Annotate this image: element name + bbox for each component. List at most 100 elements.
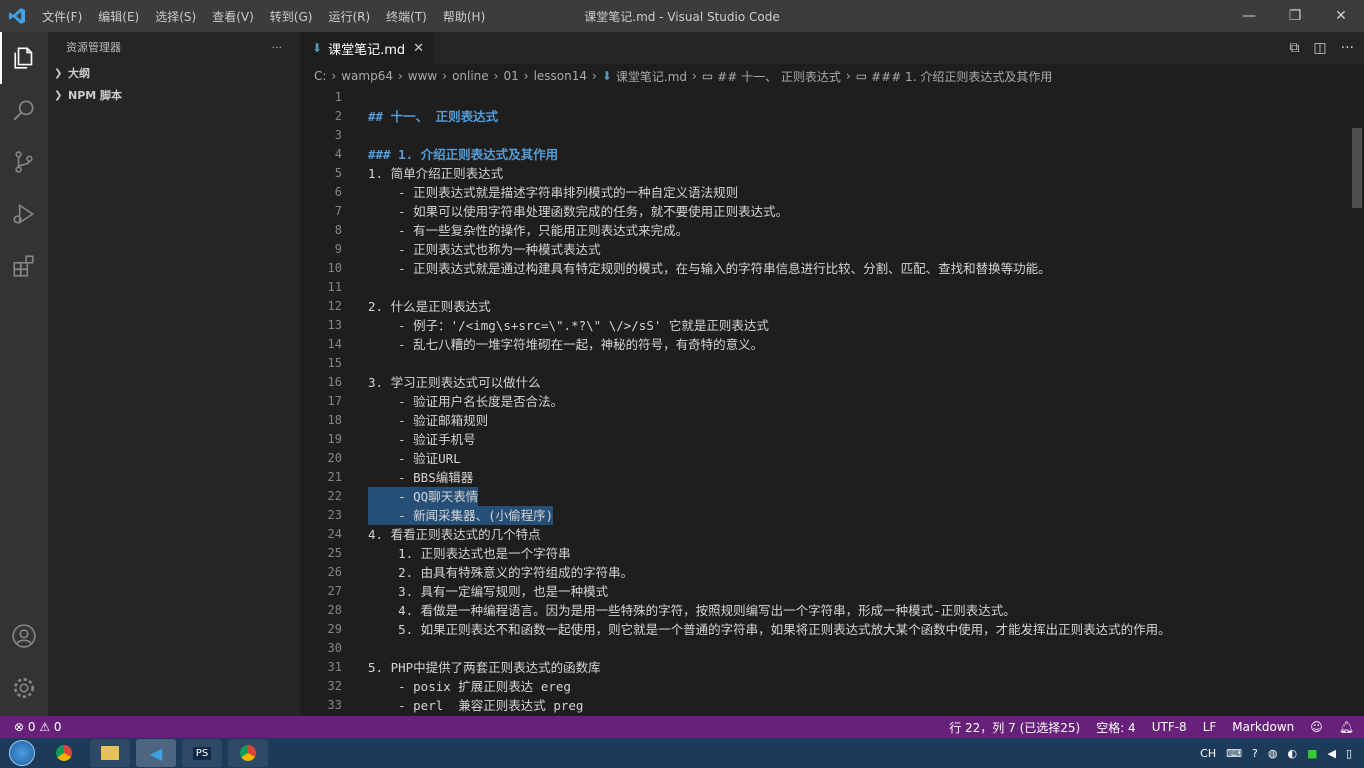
- more-actions-icon[interactable]: ···: [272, 41, 283, 54]
- volume-icon[interactable]: ◐: [1287, 747, 1297, 760]
- line-content: 3. 具有一定编写规则，也是一种模式: [368, 584, 609, 599]
- restore-button[interactable]: ❐: [1272, 0, 1318, 32]
- code-line[interactable]: 3: [300, 126, 1350, 145]
- network-icon[interactable]: ◍: [1268, 747, 1278, 760]
- close-window-button[interactable]: ✕: [1318, 0, 1364, 32]
- more-actions-icon[interactable]: ···: [1341, 40, 1354, 56]
- code-line[interactable]: 9 - 正则表达式也称为一种模式表达式: [300, 240, 1350, 259]
- menu-help[interactable]: 帮助(H): [435, 8, 493, 25]
- menu-run[interactable]: 运行(R): [320, 8, 378, 25]
- sidebar-title: 资源管理器: [66, 41, 121, 54]
- code-line[interactable]: 24 4. 看看正则表达式的几个特点: [300, 525, 1350, 544]
- end-of-line[interactable]: LF: [1203, 720, 1217, 734]
- search-icon[interactable]: [0, 84, 48, 136]
- breadcrumb-item[interactable]: lesson14: [534, 69, 587, 83]
- taskbar-photoshop-icon[interactable]: PS: [182, 739, 222, 767]
- code-line[interactable]: 32 - posix 扩展正则表达 ereg: [300, 677, 1350, 696]
- code-line[interactable]: 8 - 有一些复杂性的操作，只能用正则表达式来完成。: [300, 221, 1350, 240]
- help-icon[interactable]: ?: [1252, 747, 1258, 760]
- vscode-logo-icon[interactable]: [0, 0, 34, 32]
- npm-scripts-section[interactable]: ❯ NPM 脚本: [48, 84, 300, 106]
- menu-edit[interactable]: 编辑(E): [90, 8, 147, 25]
- code-line[interactable]: 33 - perl 兼容正则表达式 preg: [300, 696, 1350, 715]
- tab-notes-md[interactable]: ⬇ 课堂笔记.md ✕: [300, 32, 435, 64]
- problems-indicator[interactable]: ⊗ 0 ⚠ 0: [14, 720, 62, 734]
- language-mode[interactable]: Markdown: [1232, 720, 1294, 734]
- code-line[interactable]: 19 - 验证手机号: [300, 430, 1350, 449]
- code-line[interactable]: 27 3. 具有一定编写规则，也是一种模式: [300, 582, 1350, 601]
- menu-view[interactable]: 查看(V): [204, 8, 262, 25]
- code-line[interactable]: 21 - BBS编辑器: [300, 468, 1350, 487]
- code-line[interactable]: 7 - 如果可以使用字符串处理函数完成的任务，就不要使用正则表达式。: [300, 202, 1350, 221]
- breadcrumb-item[interactable]: online: [452, 69, 489, 83]
- outline-section[interactable]: ❯ 大纲: [48, 62, 300, 84]
- menu-terminal[interactable]: 终端(T): [378, 8, 435, 25]
- code-line[interactable]: 30: [300, 639, 1350, 658]
- code-line[interactable]: 28 4. 看做是一种编程语言。因为是用一些特殊的字符，按照规则编写出一个字符串…: [300, 601, 1350, 620]
- code-line[interactable]: 29 5. 如果正则表达不和函数一起使用，则它就是一个普通的字符串，如果将正则表…: [300, 620, 1350, 639]
- breadcrumb-item[interactable]: wamp64: [341, 69, 393, 83]
- line-content: 2. 由具有特殊意义的字符组成的字符串。: [368, 565, 634, 580]
- menu-file[interactable]: 文件(F): [34, 8, 90, 25]
- start-button[interactable]: [0, 738, 44, 768]
- code-line[interactable]: 12 2. 什么是正则表达式: [300, 297, 1350, 316]
- taskbar-file-explorer-icon[interactable]: [90, 739, 130, 767]
- explorer-sidebar: 资源管理器 ··· ❯ 大纲 ❯ NPM 脚本: [48, 32, 300, 716]
- code-line[interactable]: 23 - 新闻采集器、(小偷程序): [300, 506, 1350, 525]
- line-number: 5: [334, 166, 342, 180]
- settings-gear-icon[interactable]: [0, 662, 48, 714]
- code-line[interactable]: 10 - 正则表达式就是通过构建具有特定规则的模式，在与输入的字符串信息进行比较…: [300, 259, 1350, 278]
- code-line[interactable]: 6 - 正则表达式就是描述字符串排列模式的一种自定义语法规则: [300, 183, 1350, 202]
- indentation[interactable]: 空格: 4: [1096, 719, 1136, 736]
- feedback-icon[interactable]: ☺: [1310, 720, 1323, 734]
- speaker-icon[interactable]: ◀: [1327, 747, 1335, 760]
- minimize-button[interactable]: —: [1226, 0, 1272, 32]
- scrollbar-thumb[interactable]: [1352, 128, 1362, 208]
- source-control-icon[interactable]: [0, 136, 48, 188]
- code-line[interactable]: 14 - 乱七八糟的一堆字符堆砌在一起，神秘的符号，有奇特的意义。: [300, 335, 1350, 354]
- run-debug-icon[interactable]: [0, 188, 48, 240]
- keyboard-icon[interactable]: ⌨: [1226, 747, 1242, 760]
- code-line[interactable]: 22 - QQ聊天表情: [300, 487, 1350, 506]
- code-line[interactable]: 2 ## 十一、 正则表达式: [300, 107, 1350, 126]
- code-line[interactable]: 16 3. 学习正则表达式可以做什么: [300, 373, 1350, 392]
- code-line[interactable]: 13 - 例子：'/<img\s+src=\".*?\" \/>/sS' 它就是…: [300, 316, 1350, 335]
- line-number: 17: [327, 394, 342, 408]
- code-line[interactable]: 17 - 验证用户名长度是否合法。: [300, 392, 1350, 411]
- split-editor-icon[interactable]: ◫: [1313, 40, 1326, 56]
- cursor-position[interactable]: 行 22，列 7 (已选择25): [949, 719, 1080, 736]
- close-tab-icon[interactable]: ✕: [413, 41, 424, 56]
- input-language[interactable]: CH: [1200, 747, 1216, 760]
- breadcrumb-item[interactable]: C:: [314, 69, 326, 83]
- vertical-scrollbar[interactable]: [1350, 88, 1364, 716]
- breadcrumb-item[interactable]: www: [408, 69, 437, 83]
- explorer-icon[interactable]: [0, 32, 48, 84]
- code-line[interactable]: 26 2. 由具有特殊意义的字符组成的字符串。: [300, 563, 1350, 582]
- code-line[interactable]: 5 1. 简单介绍正则表达式: [300, 164, 1350, 183]
- code-editor[interactable]: 1 2 ## 十一、 正则表达式 3 4 ### 1. 介绍正则表达式及其作用 5 1. 简单…: [300, 88, 1350, 716]
- extensions-icon[interactable]: [0, 240, 48, 292]
- code-line[interactable]: 1: [300, 88, 1350, 107]
- open-preview-icon[interactable]: ⧉: [1289, 40, 1299, 56]
- code-line[interactable]: 4 ### 1. 介绍正则表达式及其作用: [300, 145, 1350, 164]
- encoding[interactable]: UTF-8: [1152, 720, 1187, 734]
- menu-go[interactable]: 转到(G): [262, 8, 321, 25]
- code-line[interactable]: 11: [300, 278, 1350, 297]
- code-line[interactable]: 18 - 验证邮箱规则: [300, 411, 1350, 430]
- code-line[interactable]: 20 - 验证URL: [300, 449, 1350, 468]
- notifications-bell-icon[interactable]: 🔔︎: [1339, 720, 1354, 734]
- breadcrumb-item[interactable]: ### 1. 介绍正则表达式及其作用: [871, 68, 1052, 85]
- account-icon[interactable]: [0, 610, 48, 662]
- breadcrumb-item[interactable]: 课堂笔记.md: [616, 68, 687, 85]
- app-tray-icon[interactable]: ■: [1307, 747, 1317, 760]
- code-line[interactable]: 15: [300, 354, 1350, 373]
- breadcrumb-item[interactable]: 01: [503, 69, 518, 83]
- show-desktop-icon[interactable]: ▯: [1346, 747, 1352, 760]
- code-line[interactable]: 25 1. 正则表达式也是一个字符串: [300, 544, 1350, 563]
- taskbar-chrome-icon[interactable]: [44, 739, 84, 767]
- taskbar-vscode-icon[interactable]: ◀: [136, 739, 176, 767]
- taskbar-chrome2-icon[interactable]: [228, 739, 268, 767]
- menu-selection[interactable]: 选择(S): [147, 8, 204, 25]
- code-line[interactable]: 31 5. PHP中提供了两套正则表达式的函数库: [300, 658, 1350, 677]
- breadcrumb-item[interactable]: ## 十一、 正则表达式: [717, 68, 841, 85]
